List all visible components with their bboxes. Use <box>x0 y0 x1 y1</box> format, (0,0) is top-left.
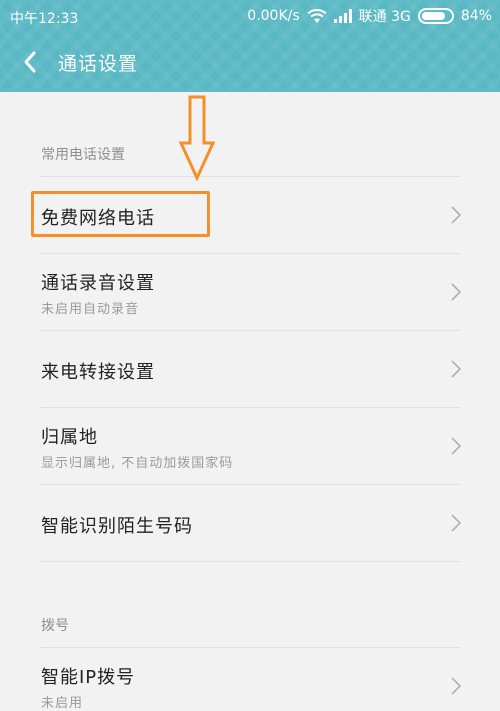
wifi-icon <box>307 9 327 23</box>
section-header-dial: 拨号 <box>41 618 69 634</box>
settings-item-title: 来电转接设置 <box>41 362 155 383</box>
battery-percent: 84% <box>460 8 492 24</box>
settings-item-title: 归属地 <box>41 427 98 448</box>
chevron-right-icon <box>451 283 462 301</box>
app-header: 中午12:33 0.00K/s 联通 3G 84% 通话设置 <box>0 0 500 92</box>
settings-item-title: 智能IP拨号 <box>41 667 136 688</box>
chevron-right-icon <box>451 360 462 378</box>
settings-list: 常用电话设置 免费网络电话 通话录音设置 未启用自动录音 来电转接设置 归属地 … <box>0 92 500 711</box>
page-title: 通话设置 <box>58 53 139 75</box>
status-right-group: 0.00K/s 联通 3G 84% <box>247 6 492 26</box>
battery-level-fill <box>421 12 446 20</box>
divider <box>41 561 460 562</box>
settings-item-subtitle: 未启用自动录音 <box>41 302 140 317</box>
battery-icon <box>417 8 454 24</box>
status-bar: 中午12:33 0.00K/s 联通 3G 84% <box>0 0 500 32</box>
settings-item-title: 智能识别陌生号码 <box>41 516 193 537</box>
settings-item-location[interactable]: 归属地 显示归属地, 不自动加拨国家码 <box>0 408 500 484</box>
section-header-common: 常用电话设置 <box>41 147 125 163</box>
chevron-right-icon <box>451 206 462 224</box>
carrier-label: 联通 3G <box>358 9 411 25</box>
chevron-right-icon <box>451 677 462 695</box>
settings-item-title: 通话录音设置 <box>41 273 155 294</box>
settings-item-smart-identify[interactable]: 智能识别陌生号码 <box>0 485 500 561</box>
chevron-right-icon <box>451 437 462 455</box>
down-arrow-annotation-icon <box>178 95 216 181</box>
settings-item-smart-ip-dial[interactable]: 智能IP拨号 未启用 <box>0 648 500 711</box>
status-time: 中午12:33 <box>10 11 79 27</box>
highlight-box-annotation <box>31 191 210 237</box>
nav-bar: 通话设置 <box>0 36 500 88</box>
chevron-right-icon <box>451 514 462 532</box>
settings-item-subtitle: 显示归属地, 不自动加拨国家码 <box>41 456 234 471</box>
signal-icon <box>333 9 352 23</box>
settings-item-call-forwarding[interactable]: 来电转接设置 <box>0 331 500 407</box>
settings-item-call-recording[interactable]: 通话录音设置 未启用自动录音 <box>0 254 500 330</box>
network-speed: 0.00K/s <box>247 8 300 24</box>
settings-item-subtitle: 未启用 <box>41 696 84 711</box>
chevron-left-icon[interactable] <box>20 49 42 75</box>
